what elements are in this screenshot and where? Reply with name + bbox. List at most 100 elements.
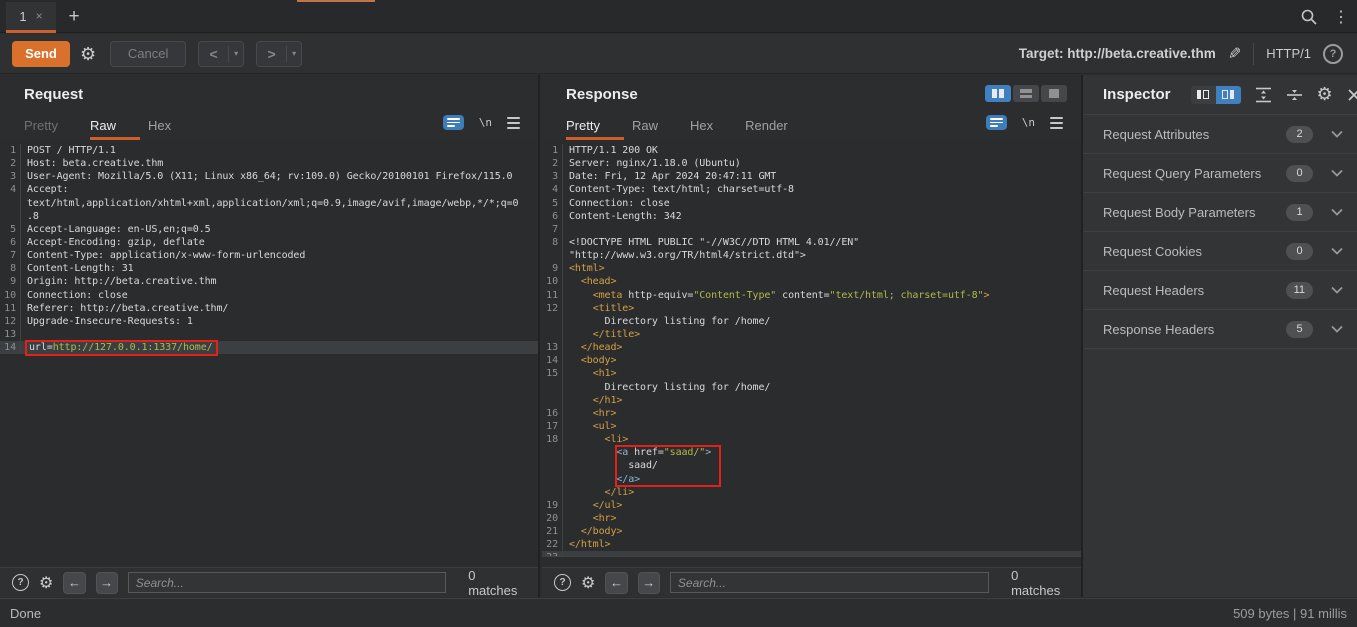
forward-dropdown-icon[interactable]: ▾ xyxy=(287,49,301,58)
code-line[interactable]: saad/ xyxy=(542,459,1081,472)
inspector-section-request-headers[interactable]: Request Headers11 xyxy=(1083,271,1357,310)
response-search-input[interactable] xyxy=(670,572,989,593)
code-line[interactable]: 20 <hr> xyxy=(542,512,1081,525)
inspector-section-request-query-parameters[interactable]: Request Query Parameters0 xyxy=(1083,154,1357,193)
code-line[interactable]: </a> xyxy=(542,473,1081,486)
search-settings-gear-icon[interactable]: ⚙ xyxy=(581,573,595,593)
code-line[interactable]: 11Referer: http://beta.creative.thm/ xyxy=(0,302,538,315)
help-icon[interactable]: ? xyxy=(1323,44,1343,64)
code-line[interactable]: Directory listing for /home/ xyxy=(542,381,1081,394)
code-line[interactable]: </h1> xyxy=(542,394,1081,407)
tab-response-pretty[interactable]: Pretty xyxy=(566,118,624,140)
search-next-button[interactable]: → xyxy=(638,572,660,594)
chevron-down-icon[interactable] xyxy=(1331,286,1343,294)
cancel-button[interactable]: Cancel xyxy=(110,41,186,67)
inspector-section-request-body-parameters[interactable]: Request Body Parameters1 xyxy=(1083,193,1357,232)
code-line[interactable]: </title> xyxy=(542,328,1081,341)
code-line[interactable]: .8 xyxy=(0,210,538,223)
code-line[interactable]: Directory listing for /home/ xyxy=(542,315,1081,328)
search-help-icon[interactable]: ? xyxy=(12,574,29,591)
tab-request-raw[interactable]: Raw xyxy=(90,118,140,140)
code-line[interactable]: 12 <title> xyxy=(542,302,1081,315)
code-line[interactable]: text/html,application/xhtml+xml,applicat… xyxy=(0,197,538,210)
code-line[interactable]: 4Content-Type: text/html; charset=utf-8 xyxy=(542,183,1081,196)
code-line[interactable]: 8Content-Length: 31 xyxy=(0,262,538,275)
code-line[interactable]: 7 xyxy=(542,223,1081,236)
collapse-all-icon[interactable] xyxy=(1286,87,1303,103)
inspector-section-request-cookies[interactable]: Request Cookies0 xyxy=(1083,232,1357,271)
code-line[interactable]: 8<!DOCTYPE HTML PUBLIC "-//W3C//DTD HTML… xyxy=(542,236,1081,249)
code-line[interactable]: 14 <body> xyxy=(542,354,1081,367)
code-line[interactable]: 10 <head> xyxy=(542,275,1081,288)
code-line[interactable]: 2Host: beta.creative.thm xyxy=(0,157,538,170)
editor-menu-icon[interactable] xyxy=(1050,117,1063,129)
history-back-button[interactable]: < ▾ xyxy=(198,41,244,67)
code-line[interactable]: </li> xyxy=(542,486,1081,499)
dock-left-icon[interactable] xyxy=(1191,86,1216,104)
editor-menu-icon[interactable] xyxy=(507,117,520,129)
tab-request-hex[interactable]: Hex xyxy=(148,118,195,140)
code-line[interactable]: 17 <ul> xyxy=(542,420,1081,433)
code-line[interactable]: 1POST / HTTP/1.1 xyxy=(0,144,538,157)
layout-rows-icon[interactable] xyxy=(1013,85,1039,102)
response-editor[interactable]: 1HTTP/1.1 200 OK2Server: nginx/1.18.0 (U… xyxy=(542,140,1081,567)
chevron-down-icon[interactable] xyxy=(1331,208,1343,216)
search-help-icon[interactable]: ? xyxy=(554,574,571,591)
code-line[interactable]: 16 <hr> xyxy=(542,407,1081,420)
inspector-section-request-attributes[interactable]: Request Attributes2 xyxy=(1083,115,1357,154)
show-newlines-icon[interactable]: \n xyxy=(1022,116,1035,129)
code-line[interactable]: 2Server: nginx/1.18.0 (Ubuntu) xyxy=(542,157,1081,170)
tab-close-icon[interactable]: × xyxy=(36,9,43,23)
search-settings-gear-icon[interactable]: ⚙ xyxy=(39,573,53,593)
code-line[interactable]: 19 </ul> xyxy=(542,499,1081,512)
chevron-down-icon[interactable] xyxy=(1331,169,1343,177)
chevron-down-icon[interactable] xyxy=(1331,325,1343,333)
code-line[interactable]: 12Upgrade-Insecure-Requests: 1 xyxy=(0,315,538,328)
expand-all-icon[interactable] xyxy=(1255,87,1272,103)
horizontal-scrollbar[interactable] xyxy=(542,556,1081,567)
code-line[interactable]: 6Content-Length: 342 xyxy=(542,210,1081,223)
edit-target-pencil-icon[interactable]: ✎ xyxy=(1228,44,1241,64)
word-wrap-icon[interactable] xyxy=(986,115,1007,130)
http-version-selector[interactable]: HTTP/1 xyxy=(1266,46,1311,61)
tab-response-render[interactable]: Render xyxy=(745,118,812,140)
code-line[interactable]: 15 <h1> xyxy=(542,367,1081,380)
show-newlines-icon[interactable]: \n xyxy=(479,116,492,129)
code-line[interactable]: <a href="saad/"> xyxy=(542,446,1081,459)
search-prev-button[interactable]: ← xyxy=(63,572,85,594)
code-line[interactable]: 3User-Agent: Mozilla/5.0 (X11; Linux x86… xyxy=(0,170,538,183)
tab-response-hex[interactable]: Hex xyxy=(690,118,737,140)
search-icon[interactable] xyxy=(1301,9,1317,25)
inspector-close-icon[interactable] xyxy=(1347,88,1357,102)
tab-request-pretty[interactable]: Pretty xyxy=(24,118,82,140)
chevron-down-icon[interactable] xyxy=(1331,247,1343,255)
code-line[interactable]: 18 <li> xyxy=(542,433,1081,446)
code-line[interactable]: 5Connection: close xyxy=(542,197,1081,210)
back-dropdown-icon[interactable]: ▾ xyxy=(229,49,243,58)
code-line[interactable]: 9Origin: http://beta.creative.thm xyxy=(0,275,538,288)
request-editor[interactable]: 1POST / HTTP/1.12Host: beta.creative.thm… xyxy=(0,140,538,567)
code-line[interactable]: 4Accept: xyxy=(0,183,538,196)
history-forward-button[interactable]: > ▾ xyxy=(256,41,302,67)
code-line[interactable]: 10Connection: close xyxy=(0,289,538,302)
dock-right-icon[interactable] xyxy=(1216,86,1241,104)
inspector-section-response-headers[interactable]: Response Headers5 xyxy=(1083,310,1357,349)
new-tab-button[interactable]: + xyxy=(62,5,86,29)
chevron-down-icon[interactable] xyxy=(1331,130,1343,138)
request-search-input[interactable] xyxy=(128,572,446,593)
code-line[interactable]: 5Accept-Language: en-US,en;q=0.5 xyxy=(0,223,538,236)
layout-columns-icon[interactable] xyxy=(985,85,1011,102)
code-line[interactable]: 3Date: Fri, 12 Apr 2024 20:47:11 GMT xyxy=(542,170,1081,183)
code-line[interactable]: 21 </body> xyxy=(542,525,1081,538)
layout-single-icon[interactable] xyxy=(1041,85,1067,102)
tab-response-raw[interactable]: Raw xyxy=(632,118,682,140)
code-line[interactable]: 13 </head> xyxy=(542,341,1081,354)
code-line[interactable]: 22</html> xyxy=(542,538,1081,551)
kebab-menu-icon[interactable]: ⋮ xyxy=(1333,7,1349,27)
word-wrap-icon[interactable] xyxy=(443,115,464,130)
code-line[interactable]: 1HTTP/1.1 200 OK xyxy=(542,144,1081,157)
code-line[interactable]: 14url=http://127.0.0.1:1337/home/ xyxy=(0,341,538,354)
code-line[interactable]: 11 <meta http-equiv="Content-Type" conte… xyxy=(542,289,1081,302)
send-settings-gear-icon[interactable]: ⚙ xyxy=(80,45,96,63)
repeater-tab-1[interactable]: 1 × xyxy=(6,2,56,33)
